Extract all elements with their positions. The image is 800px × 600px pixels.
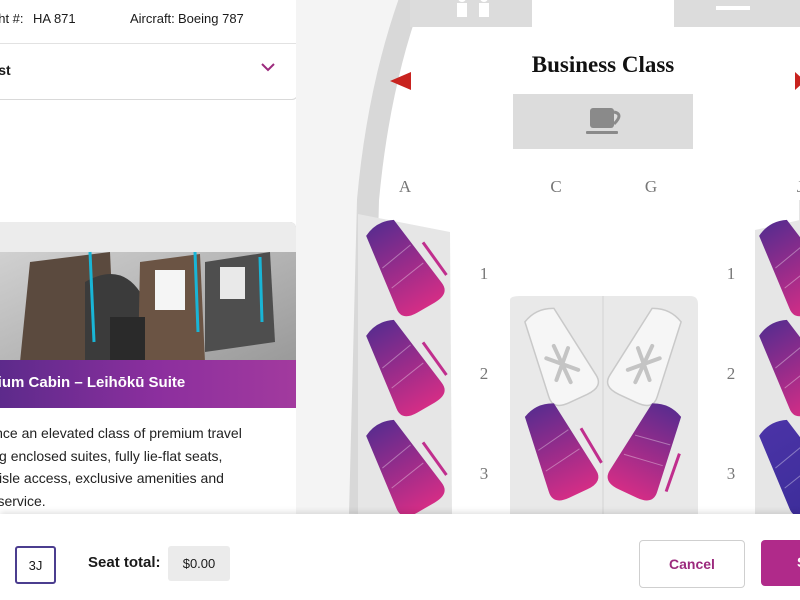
cabin-title-banner: emium Cabin – Leihōkū Suite xyxy=(0,360,296,408)
passenger-dropdown[interactable]: Guest xyxy=(0,44,297,99)
chevron-down-icon xyxy=(261,63,275,72)
passenger-name: Guest xyxy=(0,62,11,78)
row-label-3-left: 3 xyxy=(480,464,489,483)
lavatory-block xyxy=(410,0,532,27)
cabin-title: emium Cabin – Leihōkū Suite xyxy=(0,374,186,391)
cabin-class-title: Business Class xyxy=(532,52,675,77)
column-label-G: G xyxy=(645,177,657,196)
flight-info-card: ght #: HA 871 Aircraft: Boeing 787 Guest xyxy=(0,0,298,100)
cabin-description-line: rect aisle access, exclusive amenities a… xyxy=(0,470,224,486)
aircraft-label: Aircraft: xyxy=(130,11,175,26)
row-label-2-left: 2 xyxy=(480,364,489,383)
save-button[interactable]: S xyxy=(761,540,800,586)
row-label-3-right: 3 xyxy=(727,464,736,483)
seat-map: Business Class ACGJ 112233 xyxy=(296,0,800,514)
row-label-2-right: 2 xyxy=(727,364,736,383)
row-label-1-right: 1 xyxy=(727,264,736,283)
bottom-action-bar: s: 3J Seat total: $0.00 Cancel S xyxy=(0,514,800,600)
cabin-info-card: emium Cabin – Leihōkū Suite perience an … xyxy=(0,222,296,522)
flight-number: HA 871 xyxy=(33,11,76,26)
selected-seat-badge[interactable]: 3J xyxy=(15,546,56,584)
cabin-description-line: aturing enclosed suites, fully lie-flat … xyxy=(0,447,223,464)
cancel-button[interactable]: Cancel xyxy=(639,540,745,588)
galley-block-top xyxy=(674,0,800,27)
flight-number-label: ght #: xyxy=(0,11,24,26)
seat-total-label: Seat total: xyxy=(88,554,161,571)
cabin-photo xyxy=(0,222,296,362)
column-label-A: A xyxy=(399,177,412,196)
cabin-description-line: perience an elevated class of premium tr… xyxy=(0,425,242,441)
column-label-C: C xyxy=(550,177,561,196)
seat-total-value: $0.00 xyxy=(168,546,230,581)
cabin-description: perience an elevated class of premium tr… xyxy=(0,422,264,512)
cabin-description-line: iority service. xyxy=(0,492,46,509)
aircraft-value: Boeing 787 xyxy=(178,11,244,26)
row-label-1-left: 1 xyxy=(480,264,489,283)
column-labels: ACGJ xyxy=(399,177,800,196)
flight-meta: ght #: HA 871 Aircraft: Boeing 787 xyxy=(0,0,297,44)
